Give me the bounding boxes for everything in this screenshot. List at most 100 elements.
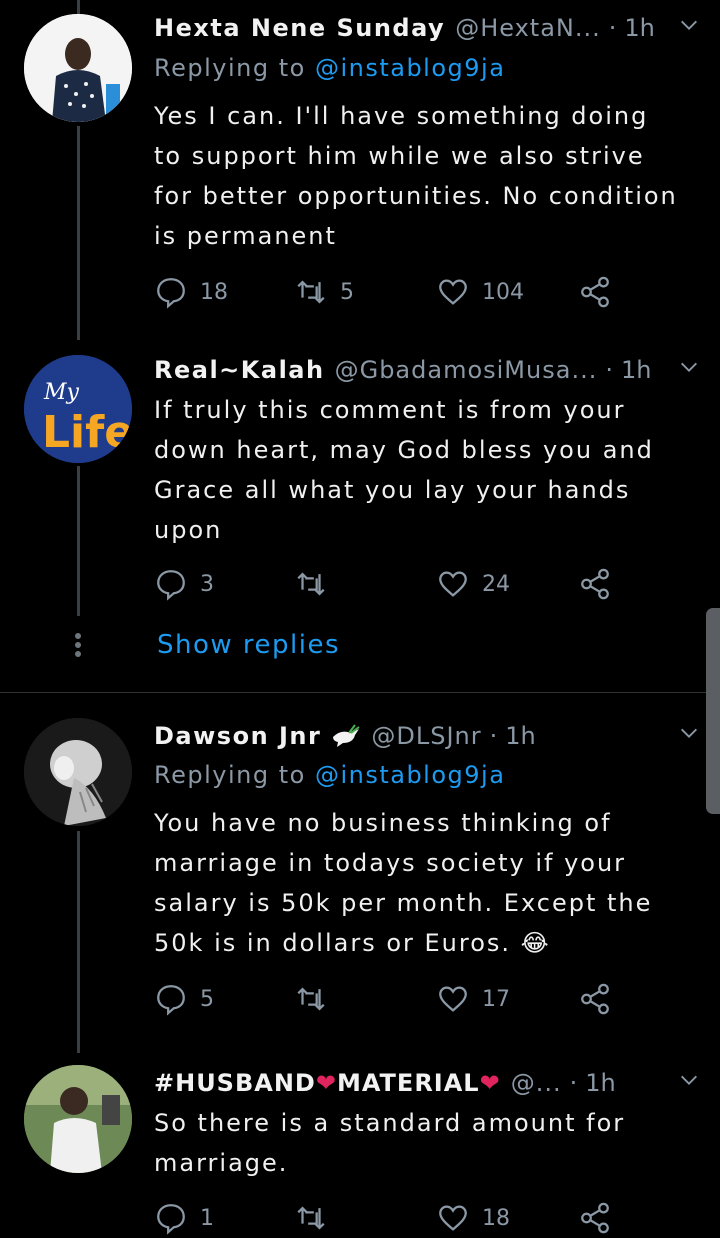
scrollbar[interactable]: [706, 608, 720, 814]
timestamp[interactable]: 1h: [621, 356, 651, 384]
share-button[interactable]: [578, 1198, 612, 1238]
more-replies-dots: [74, 630, 82, 660]
reply-icon: [157, 570, 185, 601]
tweet-header: Real~Kalah @GbadamosiMusa... · 1h: [154, 352, 697, 388]
tweet-text: You have no business thinking of marriag…: [154, 809, 653, 957]
dove-icon: [333, 724, 360, 747]
like-button[interactable]: 104: [436, 272, 524, 312]
thread-line: [77, 0, 80, 14]
tweet-1[interactable]: Hexta Nene Sunday @HextaN... · 1h Replyi…: [0, 0, 720, 340]
retweet-icon: [297, 572, 325, 596]
reply-button[interactable]: 3: [154, 564, 214, 604]
retweet-button[interactable]: 5: [294, 272, 354, 312]
avatar[interactable]: [24, 718, 132, 826]
separator-dot: ·: [608, 14, 617, 42]
retweet-icon: [297, 280, 325, 304]
mention-link[interactable]: @instablog9ja: [315, 54, 505, 82]
avatar[interactable]: My Life: [24, 355, 132, 463]
reply-count: 3: [200, 571, 214, 597]
retweet-icon: [297, 987, 325, 1011]
user-handle[interactable]: @...: [511, 1069, 562, 1097]
replying-to: Replying to @instablog9ja: [154, 54, 505, 82]
retweet-button[interactable]: [294, 979, 328, 1019]
separator-dot: ·: [489, 722, 498, 750]
heart-icon: [439, 986, 467, 1012]
heart-icon: [439, 279, 467, 305]
share-button[interactable]: [578, 979, 612, 1019]
chevron-down-icon[interactable]: [678, 356, 700, 378]
separator-dot: ·: [605, 356, 613, 384]
chevron-down-icon[interactable]: [678, 14, 700, 36]
retweet-count: 5: [340, 279, 354, 305]
like-count: 104: [482, 279, 524, 305]
thread-line: [77, 126, 80, 340]
share-button[interactable]: [578, 272, 612, 312]
show-replies-link[interactable]: Show replies: [157, 630, 340, 660]
replying-to-label: Replying to: [154, 54, 315, 82]
heart-icon: [439, 1205, 467, 1231]
share-button[interactable]: [578, 564, 612, 604]
user-handle[interactable]: @DLSJnr: [371, 722, 481, 750]
replying-to-label: Replying to: [154, 761, 315, 789]
retweet-button[interactable]: [294, 1198, 328, 1238]
avatar-text-life: Life: [42, 407, 132, 458]
share-icon: [581, 276, 609, 308]
display-name[interactable]: #HUSBAND❤MATERIAL❤: [154, 1069, 501, 1097]
share-icon: [581, 1202, 609, 1234]
share-icon: [581, 568, 609, 600]
user-handle[interactable]: @GbadamosiMusa...: [335, 356, 598, 384]
reply-count: 5: [200, 986, 214, 1012]
separator-dot: ·: [569, 1069, 578, 1097]
display-name-part2: MATERIAL: [336, 1069, 480, 1097]
like-count: 24: [482, 571, 510, 597]
reply-button[interactable]: 5: [154, 979, 214, 1019]
reply-button[interactable]: 18: [154, 272, 228, 312]
like-button[interactable]: 18: [436, 1198, 510, 1238]
like-count: 18: [482, 1205, 510, 1231]
mention-link[interactable]: @instablog9ja: [315, 761, 505, 789]
action-bar: 1 18: [154, 1198, 634, 1238]
display-name[interactable]: Dawson Jnr: [154, 722, 321, 750]
tweet-header: Dawson Jnr @DLSJnr · 1h: [154, 718, 697, 754]
tweet-header: #HUSBAND❤MATERIAL❤ @... · 1h: [154, 1065, 697, 1101]
share-icon: [581, 983, 609, 1015]
chevron-down-icon[interactable]: [678, 722, 700, 744]
thread-line: [77, 831, 80, 1053]
chevron-down-icon[interactable]: [678, 1069, 700, 1091]
action-bar: 18 5 104: [154, 272, 634, 312]
reply-icon: [157, 985, 185, 1016]
like-count: 17: [482, 986, 510, 1012]
heart-emoji: ❤: [479, 1069, 501, 1097]
reply-count: 18: [200, 279, 228, 305]
user-handle[interactable]: @HextaN...: [455, 14, 601, 42]
display-name-part1: #HUSBAND: [154, 1069, 316, 1097]
avatar[interactable]: [24, 14, 132, 122]
timestamp[interactable]: 1h: [624, 14, 654, 42]
tweet-text: If truly this comment is from your down …: [154, 396, 654, 544]
display-name[interactable]: Hexta Nene Sunday: [154, 14, 445, 42]
like-button[interactable]: 24: [436, 564, 510, 604]
reply-count: 1: [200, 1205, 214, 1231]
retweet-icon: [297, 1206, 325, 1230]
replying-to: Replying to @instablog9ja: [154, 761, 505, 789]
like-button[interactable]: 17: [436, 979, 510, 1019]
thread-line: [77, 466, 80, 616]
heart-emoji: ❤: [315, 1069, 337, 1097]
avatar-text-my: My: [43, 380, 80, 405]
tweet-text: So there is a standard amount for marria…: [154, 1109, 626, 1177]
tweet-3[interactable]: Dawson Jnr @DLSJnr · 1h Replying to @ins…: [0, 693, 720, 1053]
retweet-button[interactable]: [294, 564, 328, 604]
heart-icon: [439, 571, 467, 597]
tweet-2[interactable]: My Life Real~Kalah @GbadamosiMusa... · 1…: [0, 0, 720, 690]
action-bar: 3 24: [154, 564, 634, 604]
action-bar: 5 17: [154, 979, 634, 1019]
tweet-text: Yes I can. I'll have something doing to …: [154, 102, 678, 250]
tweet-header: Hexta Nene Sunday @HextaN... · 1h: [154, 10, 697, 46]
reply-icon: [157, 278, 185, 309]
tweet-4[interactable]: #HUSBAND❤MATERIAL❤ @... · 1h So there is…: [0, 1053, 720, 1235]
display-name[interactable]: Real~Kalah: [154, 356, 325, 384]
reply-button[interactable]: 1: [154, 1198, 214, 1238]
avatar[interactable]: [24, 1065, 132, 1173]
timestamp[interactable]: 1h: [585, 1069, 615, 1097]
timestamp[interactable]: 1h: [505, 722, 535, 750]
